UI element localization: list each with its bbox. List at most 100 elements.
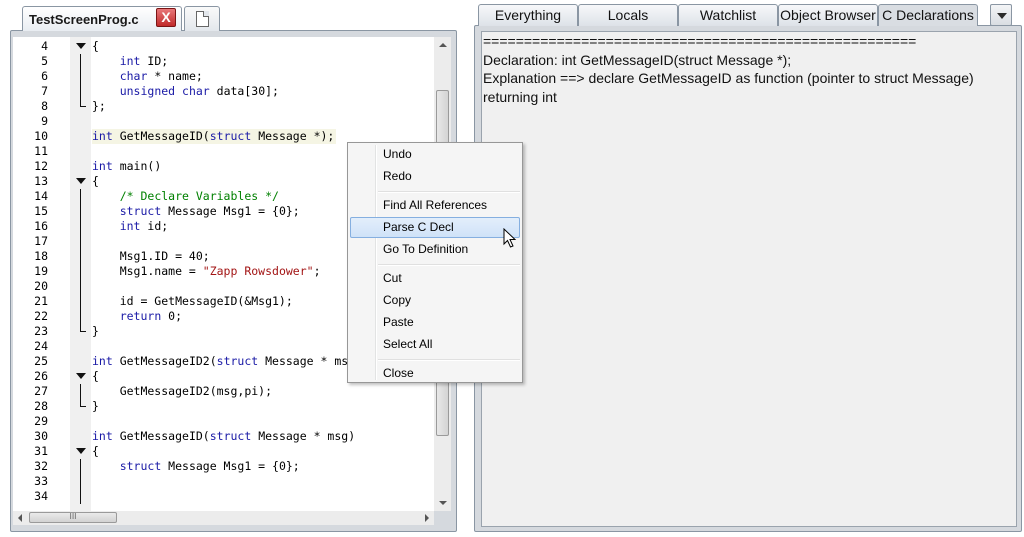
line-number: 27 bbox=[34, 384, 48, 398]
fold-line-icon bbox=[73, 204, 87, 219]
menu-item-redo[interactable]: Redo bbox=[350, 166, 520, 187]
line-number: 17 bbox=[34, 234, 48, 248]
code-line[interactable]: 32 struct Message Msg1 = {0}; bbox=[13, 459, 434, 474]
code-line[interactable]: 30 int GetMessageID(struct Message * msg) bbox=[13, 429, 434, 444]
fold-line-icon bbox=[73, 489, 87, 504]
scroll-down-icon[interactable] bbox=[434, 495, 451, 511]
line-number: 10 bbox=[34, 129, 48, 143]
code-text: int GetMessageID2(struct Message * msg bbox=[92, 354, 356, 368]
code-text: { bbox=[92, 444, 99, 458]
menu-item-find-all-references[interactable]: Find All References bbox=[350, 195, 520, 216]
code-line[interactable]: 27 GetMessageID2(msg,pi); bbox=[13, 384, 434, 399]
fold-line-icon bbox=[73, 99, 87, 114]
tab-object-browser[interactable]: Object Browser bbox=[778, 4, 878, 26]
fold-line-icon bbox=[73, 459, 87, 474]
menu-item-close[interactable]: Close bbox=[350, 363, 520, 384]
line-number: 32 bbox=[34, 459, 48, 473]
fold-line-icon bbox=[73, 234, 87, 249]
code-line[interactable]: 34 bbox=[13, 489, 434, 504]
editor-horizontal-scrollbar[interactable]: III bbox=[13, 511, 434, 525]
menu-item-cut[interactable]: Cut bbox=[350, 268, 520, 289]
tab-everything[interactable]: Everything bbox=[478, 4, 578, 26]
horizontal-scroll-thumb[interactable]: III bbox=[29, 512, 117, 523]
fold-line-icon bbox=[73, 54, 87, 69]
code-line[interactable]: 9 bbox=[13, 114, 434, 129]
line-number: 18 bbox=[34, 249, 48, 263]
code-text: GetMessageID2(msg,pi); bbox=[92, 384, 273, 398]
code-text: Msg1.name = "Zapp Rowsdower"; bbox=[92, 264, 321, 278]
menu-item-go-to-definition[interactable]: Go To Definition bbox=[350, 239, 520, 260]
code-text: Msg1.ID = 40; bbox=[92, 249, 210, 263]
new-file-tab-button[interactable] bbox=[184, 6, 220, 31]
menu-item-undo[interactable]: Undo bbox=[350, 144, 520, 165]
code-line[interactable]: 28} bbox=[13, 399, 434, 414]
line-number: 16 bbox=[34, 219, 48, 233]
code-text: /* Declare Variables */ bbox=[119, 189, 279, 203]
code-text: int ID; bbox=[119, 54, 169, 68]
code-line[interactable]: 7 unsigned char data[30]; bbox=[13, 84, 434, 99]
line-number: 22 bbox=[34, 309, 48, 323]
code-text: id = GetMessageID(&Msg1); bbox=[92, 294, 293, 308]
code-text: int main() bbox=[92, 159, 162, 173]
fold-line-icon bbox=[73, 189, 87, 204]
menu-item-paste[interactable]: Paste bbox=[350, 312, 520, 333]
line-number: 20 bbox=[34, 279, 48, 293]
scroll-left-icon[interactable] bbox=[13, 511, 27, 525]
menu-item-copy[interactable]: Copy bbox=[350, 290, 520, 311]
tab-locals[interactable]: Locals bbox=[578, 4, 678, 26]
tab-watchlist[interactable]: Watchlist bbox=[678, 4, 778, 26]
line-number: 12 bbox=[34, 159, 48, 173]
fold-line-icon bbox=[73, 264, 87, 279]
menu-separator bbox=[378, 264, 520, 266]
code-text: { bbox=[92, 369, 99, 383]
line-number: 30 bbox=[34, 429, 48, 443]
code-text: int GetMessageID(struct Message *); bbox=[92, 129, 337, 144]
code-line[interactable]: 5 int ID; bbox=[13, 54, 434, 69]
code-text: } bbox=[92, 399, 99, 413]
tab-list-dropdown-button[interactable] bbox=[990, 4, 1012, 26]
fold-line-icon bbox=[73, 294, 87, 309]
line-number: 34 bbox=[34, 489, 48, 503]
mouse-cursor-icon bbox=[503, 228, 517, 248]
line-number: 26 bbox=[34, 369, 48, 383]
fold-toggle-icon[interactable] bbox=[73, 369, 87, 384]
line-number: 33 bbox=[34, 474, 48, 488]
fold-toggle-icon[interactable] bbox=[73, 39, 87, 54]
close-tab-button[interactable]: X bbox=[156, 8, 176, 27]
close-icon: X bbox=[161, 9, 171, 25]
fold-line-icon bbox=[73, 474, 87, 489]
line-number: 28 bbox=[34, 399, 48, 413]
code-line[interactable]: 8}; bbox=[13, 99, 434, 114]
fold-toggle-icon[interactable] bbox=[73, 174, 87, 189]
menu-item-parse-c-decl[interactable]: Parse C Decl bbox=[350, 217, 520, 238]
code-text: struct Message Msg1 = {0}; bbox=[119, 459, 300, 473]
line-number: 13 bbox=[34, 174, 48, 188]
output-separator: ========================================… bbox=[483, 33, 917, 49]
code-line[interactable]: 6 char * name; bbox=[13, 69, 434, 84]
output-line: Declaration: int GetMessageID(struct Mes… bbox=[483, 51, 792, 68]
line-number: 25 bbox=[34, 354, 48, 368]
code-line[interactable]: 33 bbox=[13, 474, 434, 489]
code-text: int GetMessageID(struct Message * msg) bbox=[92, 429, 356, 443]
code-text: { bbox=[92, 174, 99, 188]
code-line[interactable]: 4{ bbox=[13, 39, 434, 54]
context-menu: Undo Redo Find All References Parse C Decl G… bbox=[347, 142, 523, 383]
fold-line-icon bbox=[73, 69, 87, 84]
fold-toggle-icon[interactable] bbox=[73, 444, 87, 459]
code-text: unsigned char data[30]; bbox=[119, 84, 279, 98]
tab-c-declarations[interactable]: C Declarations bbox=[878, 4, 978, 26]
line-number: 21 bbox=[34, 294, 48, 308]
code-text: int id; bbox=[119, 219, 169, 233]
scroll-right-icon[interactable] bbox=[420, 511, 434, 525]
new-document-icon bbox=[196, 11, 209, 27]
code-text: char * name; bbox=[119, 69, 203, 83]
fold-line-icon bbox=[73, 279, 87, 294]
code-line[interactable]: 29 bbox=[13, 414, 434, 429]
menu-item-select-all[interactable]: Select All bbox=[350, 334, 520, 355]
fold-line-icon bbox=[73, 399, 87, 414]
line-number: 24 bbox=[34, 339, 48, 353]
fold-line-icon bbox=[73, 219, 87, 234]
scroll-up-icon[interactable] bbox=[434, 37, 451, 53]
code-line[interactable]: 31 { bbox=[13, 444, 434, 459]
menu-separator bbox=[378, 359, 520, 361]
